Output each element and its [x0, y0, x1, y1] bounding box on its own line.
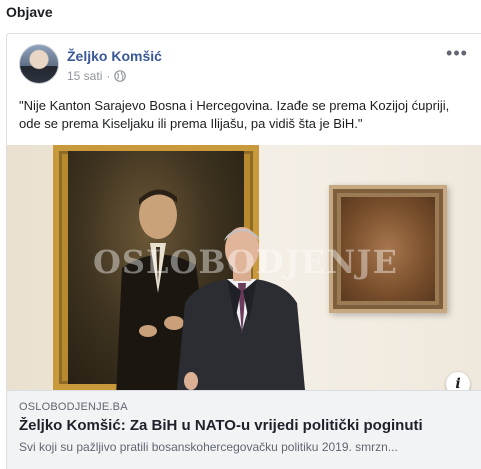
image-watermark: OSLOBODJENJE [93, 243, 398, 281]
more-options-icon[interactable]: ••• [445, 44, 469, 62]
link-preview[interactable]: OSLOBODJENJE.BA Željko Komšić: Za BiH u … [7, 390, 481, 469]
globe-icon[interactable] [114, 70, 127, 82]
author-name[interactable]: Željko Komšić [67, 48, 162, 64]
author-avatar[interactable] [19, 44, 59, 84]
post-header: Željko Komšić 15 sati · ••• [7, 34, 481, 94]
post-card: Željko Komšić 15 sati · ••• "Nije Kanton… [6, 33, 481, 469]
section-title: Objave [6, 4, 53, 20]
post-text: "Nije Kanton Sarajevo Bosna i Hercegovin… [19, 98, 450, 131]
link-title[interactable]: Željko Komšić: Za BiH u NATO-u vrijedi p… [19, 417, 472, 434]
post-meta: 15 sati · [67, 69, 127, 83]
info-icon[interactable]: i [446, 372, 470, 390]
post-timestamp[interactable]: 15 sati [67, 69, 102, 83]
link-domain: OSLOBODJENJE.BA [19, 401, 128, 413]
meta-dot: · [106, 69, 111, 83]
post-image[interactable]: OSLOBODJENJE i [7, 145, 481, 390]
link-description: Svi koji su pažljivo pratili bosanskoher… [19, 440, 398, 454]
